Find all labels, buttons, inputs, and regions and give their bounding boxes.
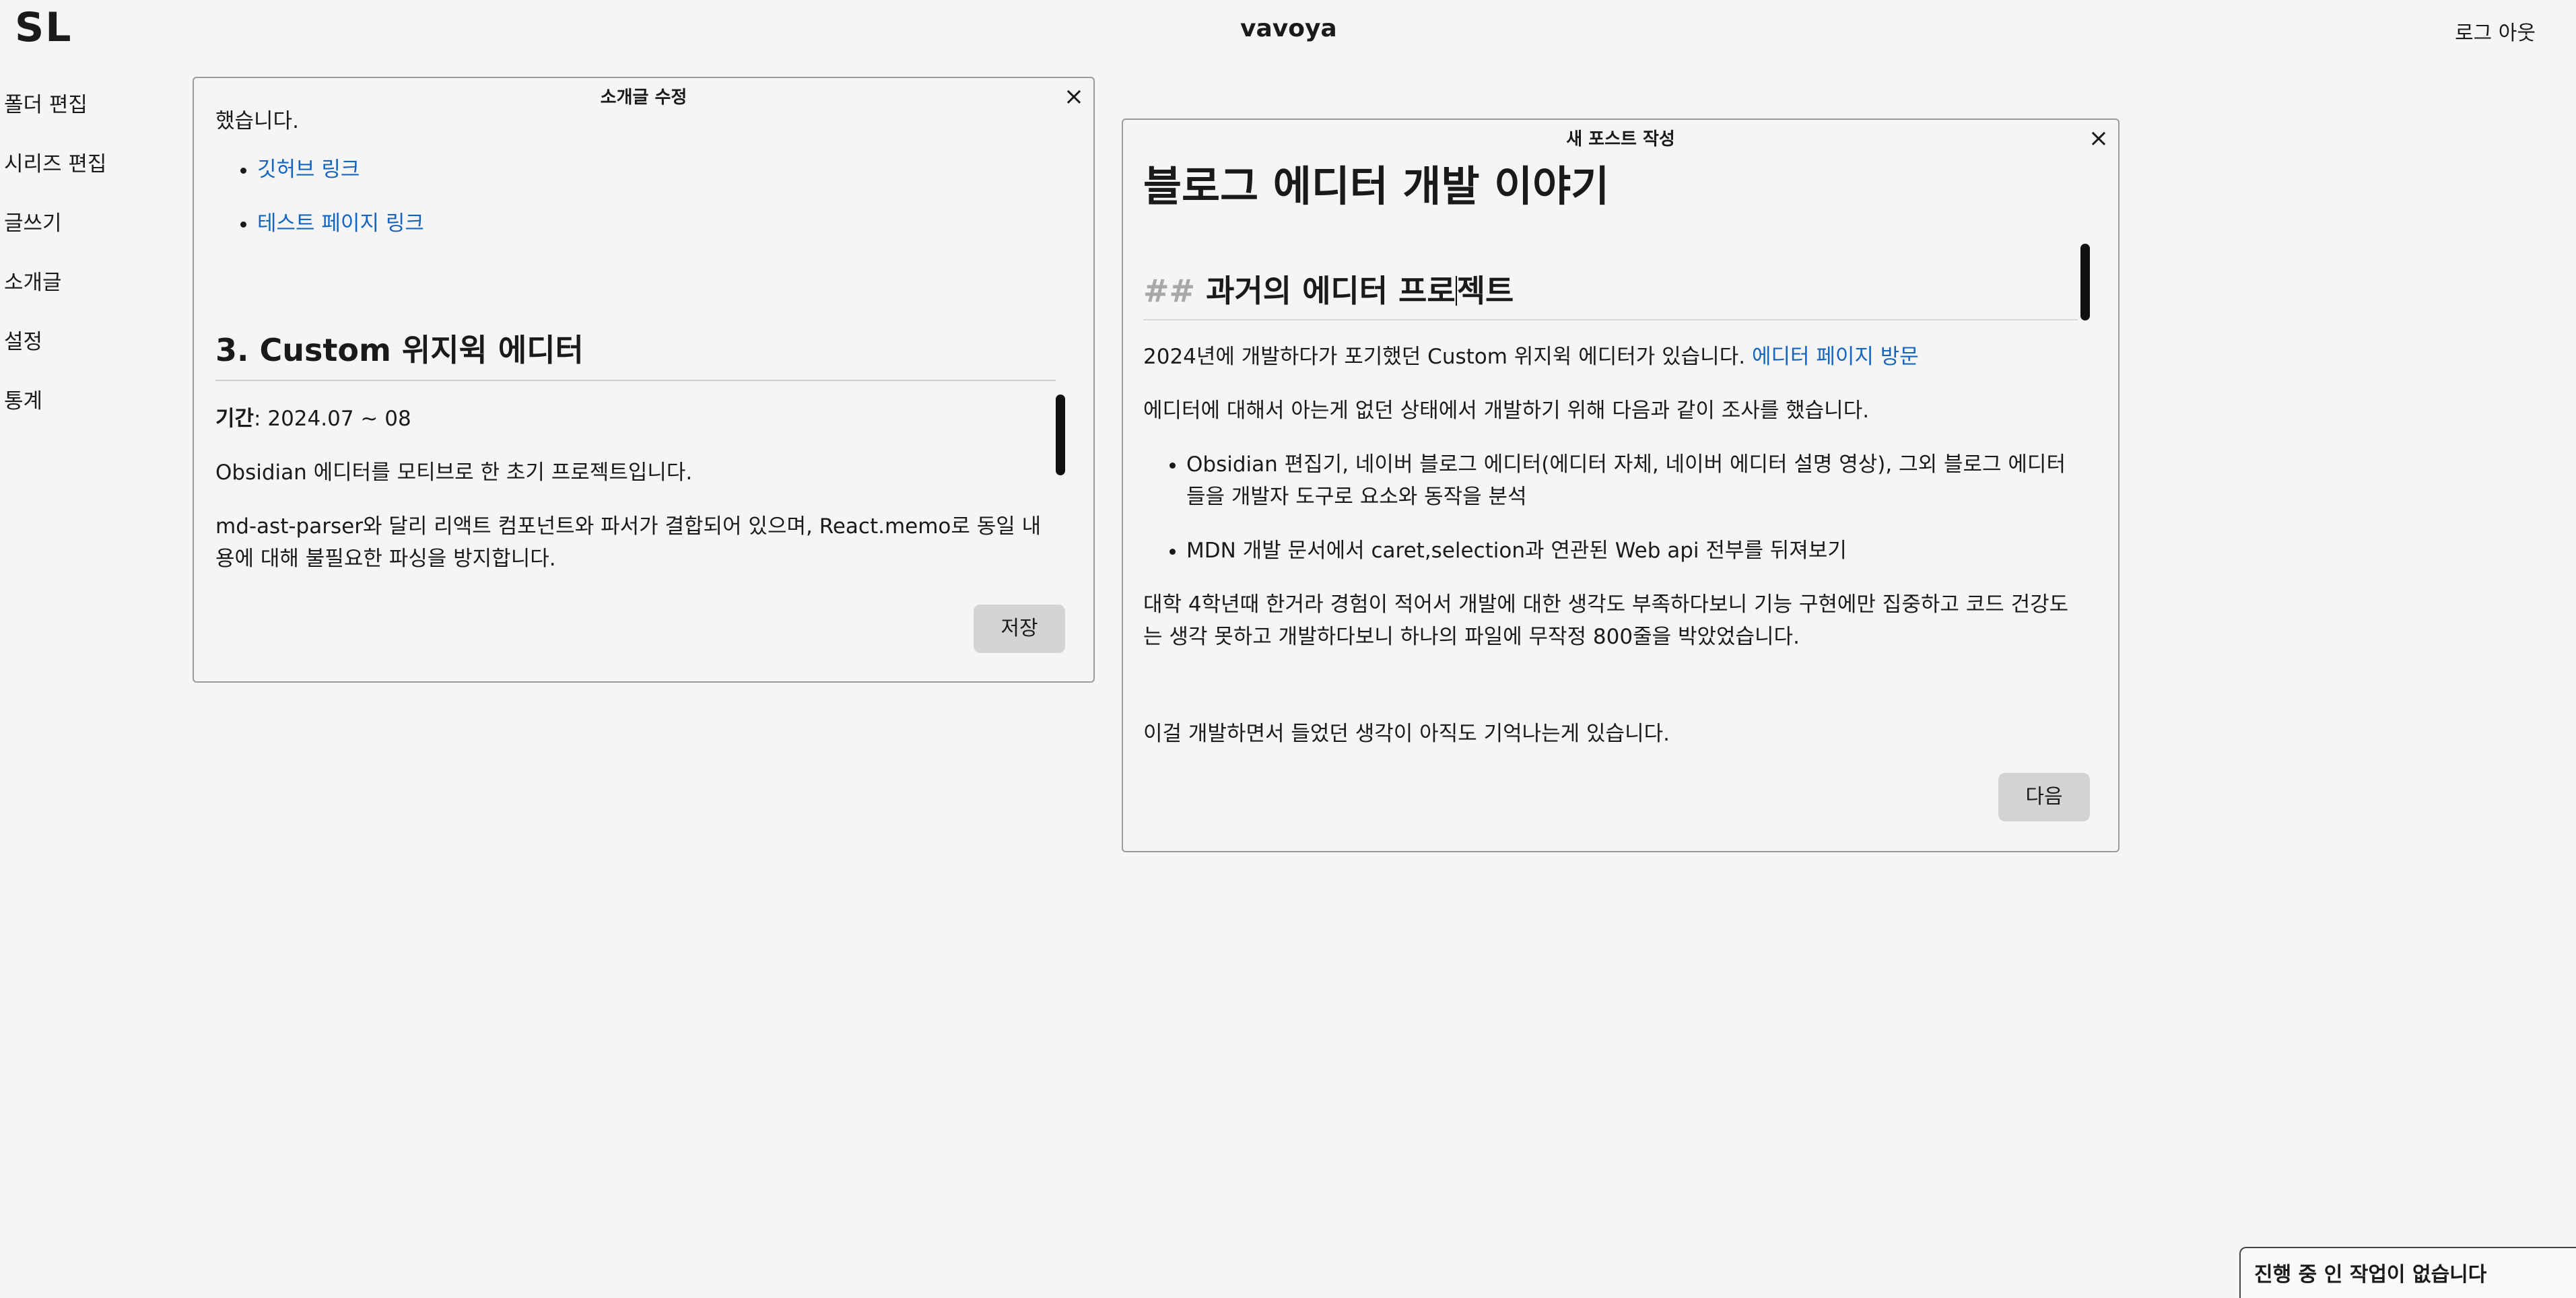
test-page-link[interactable]: 테스트 페이지 링크 (257, 211, 424, 236)
sidebar-item-stats[interactable]: 통계 (4, 384, 106, 443)
list-item: MDN 개발 문서에서 caret,selection과 연관된 Web api… (1186, 535, 2078, 567)
paragraph: 대학 4학년때 한거라 경험이 적어서 개발에 대한 생각도 부족하다보니 기능… (1143, 592, 2069, 649)
heading-marker: ## (1143, 273, 1196, 309)
list-item: 테스트 페이지 링크 (257, 207, 1056, 240)
sidebar: 폴더 편집 시리즈 편집 글쓰기 소개글 설정 통계 (4, 88, 106, 443)
editor-page-link[interactable]: 에디터 페이지 방문 (1752, 345, 1919, 369)
paragraph: 에디터에 대해서 아는게 없던 상태에서 개발하기 위해 다음과 같이 조사를 … (1143, 399, 1870, 423)
bullet-list: Obsidian 편집기, 네이버 블로그 에디터(에디터 자체, 네이버 에디… (1143, 448, 2078, 567)
github-link[interactable]: 깃허브 링크 (257, 158, 360, 182)
paragraph-text: 2024년에 개발하다가 포기했던 Custom 위지윅 에디터가 있습니다. (1143, 345, 1746, 369)
logo[interactable]: SL (15, 4, 72, 51)
paragraph: 2024년에 개발하다가 포기했던 Custom 위지윅 에디터가 있습니다. … (1143, 341, 2078, 373)
period-label: 기간 (215, 407, 255, 431)
heading-text-a: 과거의 에디터 프로 (1206, 273, 1456, 309)
heading-line: ## 과거의 에디터 프로젝트 (1143, 233, 2078, 320)
sidebar-item-write[interactable]: 글쓰기 (4, 206, 106, 265)
logout-button[interactable]: 로그 아웃 (2455, 16, 2536, 46)
status-text: 진행 중 인 작업이 없습니다 (2254, 1263, 2487, 1287)
site-title: vavoya (1240, 15, 1337, 42)
paragraph: 이걸 개발하면서 들었던 생각이 아직도 기억나는게 있습니다. (1143, 722, 1670, 746)
save-button[interactable]: 저장 (974, 605, 1065, 653)
close-icon[interactable]: × (1064, 85, 1084, 109)
heading-text-b: 젝트 (1456, 273, 1514, 309)
top-header: SL vavoya 로그 아웃 (0, 0, 2576, 61)
paragraph: Obsidian 에디터를 모티브로 한 초기 프로젝트입니다. (215, 460, 693, 485)
section-heading: 3. Custom 위지윅 에디터 (215, 261, 1056, 381)
paragraph: md-ast-parser와 달리 리액트 컴포넌트와 파서가 결합되어 있으며… (215, 514, 1042, 571)
sidebar-item-folder-edit[interactable]: 폴더 편집 (4, 88, 106, 147)
post-editor-content[interactable]: 블로그 에디터 개발 이야기 ## 과거의 에디터 프로젝트 2024년에 개발… (1143, 152, 2078, 757)
next-button[interactable]: 다음 (1998, 773, 2090, 821)
close-icon[interactable]: × (2089, 127, 2109, 151)
intro-edit-modal: 소개글 수정 × 했습니다. 깃허브 링크 테스트 페이지 링크 3. Cust… (193, 77, 1095, 683)
sidebar-item-intro[interactable]: 소개글 (4, 265, 106, 324)
link-list: 깃허브 링크 테스트 페이지 링크 (215, 153, 1056, 240)
text-fragment: 했습니다. (215, 109, 299, 133)
new-post-modal: 새 포스트 작성 × 블로그 에디터 개발 이야기 ## 과거의 에디터 프로젝… (1122, 118, 2120, 852)
period-line: 기간: 2024.07 ~ 08 (215, 403, 1056, 435)
post-title: 블로그 에디터 개발 이야기 (1143, 162, 1610, 211)
task-status-panel: 진행 중 인 작업이 없습니다 (2239, 1247, 2576, 1298)
period-value: : 2024.07 ~ 08 (254, 407, 411, 431)
modal-title: 새 포스트 작성 (1566, 129, 1675, 149)
list-item: 깃허브 링크 (257, 153, 1056, 186)
intro-editor-content[interactable]: 했습니다. 깃허브 링크 테스트 페이지 링크 3. Custom 위지윅 에디… (215, 105, 1056, 587)
sidebar-item-series-edit[interactable]: 시리즈 편집 (4, 147, 106, 206)
list-item: Obsidian 편집기, 네이버 블로그 에디터(에디터 자체, 네이버 에디… (1186, 448, 2078, 513)
sidebar-item-settings[interactable]: 설정 (4, 324, 106, 384)
scrollbar-thumb[interactable] (1056, 395, 1065, 475)
scrollbar-thumb[interactable] (2080, 244, 2090, 320)
